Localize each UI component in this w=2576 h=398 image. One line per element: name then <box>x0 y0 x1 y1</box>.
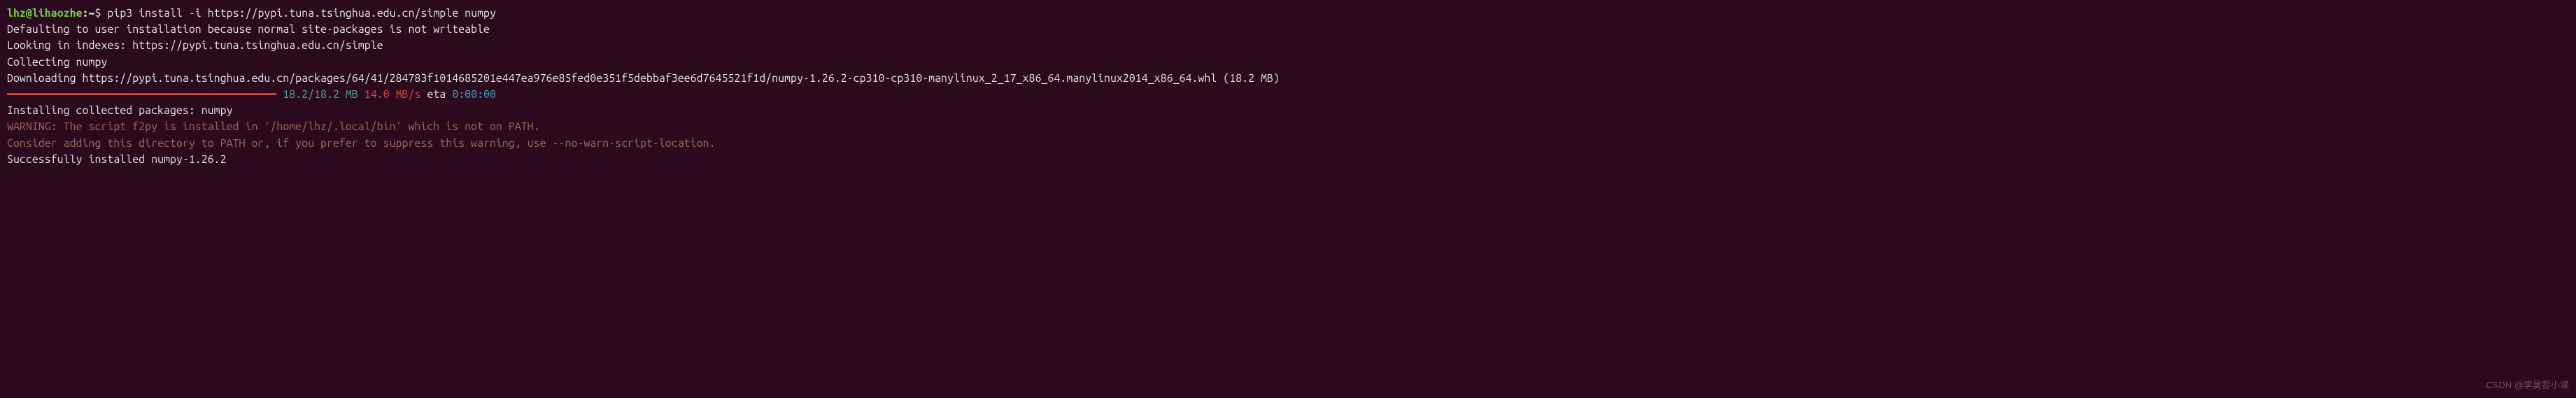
warning-line-2: Consider adding this directory to PATH o… <box>7 136 2569 152</box>
output-indexes: Looking in indexes: https://pypi.tuna.ts… <box>7 39 383 52</box>
prompt-symbol: $ <box>94 7 101 20</box>
warning-consider: Consider adding this directory to PATH o… <box>7 137 715 150</box>
prompt-at: @ <box>26 7 32 20</box>
warning-line-1: WARNING: The script f2py is installed in… <box>7 119 2569 135</box>
progress-bar: ━━━━━━━━━━━━━━━━━━━━━━━━━━━━━━━━━━━━━━━━ <box>7 88 276 101</box>
output-line-4: Downloading https://pypi.tuna.tsinghua.e… <box>7 71 2569 87</box>
output-default-install: Defaulting to user installation because … <box>7 23 490 36</box>
output-line-1: Defaulting to user installation because … <box>7 22 2569 38</box>
progress-speed: 14.0 MB/s <box>365 88 421 101</box>
command-text[interactable]: pip3 install -i https://pypi.tuna.tsingh… <box>107 7 496 20</box>
install-collected: Installing collected packages: numpy <box>7 104 233 117</box>
output-line-2: Looking in indexes: https://pypi.tuna.ts… <box>7 38 2569 54</box>
prompt-colon: : <box>83 7 89 20</box>
progress-eta-time: 0:00:00 <box>452 88 496 101</box>
progress-eta-label: eta <box>427 88 446 101</box>
watermark: CSDN @李昊哲小课 <box>2486 379 2569 392</box>
success-installed: Successfully installed numpy-1.26.2 <box>7 153 227 166</box>
progress-size: 18.2/18.2 MB <box>283 88 358 101</box>
warning-path: WARNING: The script f2py is installed in… <box>7 120 540 133</box>
install-line-1: Installing collected packages: numpy <box>7 103 2569 119</box>
terminal-prompt-line: lhz@lihaozhe:~$ pip3 install -i https://… <box>7 6 2569 22</box>
prompt-host: lihaozhe <box>32 7 83 20</box>
progress-line: ━━━━━━━━━━━━━━━━━━━━━━━━━━━━━━━━━━━━━━━━… <box>7 87 2569 103</box>
prompt-user: lhz <box>7 7 26 20</box>
output-downloading: Downloading https://pypi.tuna.tsinghua.e… <box>7 72 1280 85</box>
output-collecting: Collecting numpy <box>7 56 107 69</box>
success-line: Successfully installed numpy-1.26.2 <box>7 152 2569 168</box>
output-line-3: Collecting numpy <box>7 55 2569 71</box>
